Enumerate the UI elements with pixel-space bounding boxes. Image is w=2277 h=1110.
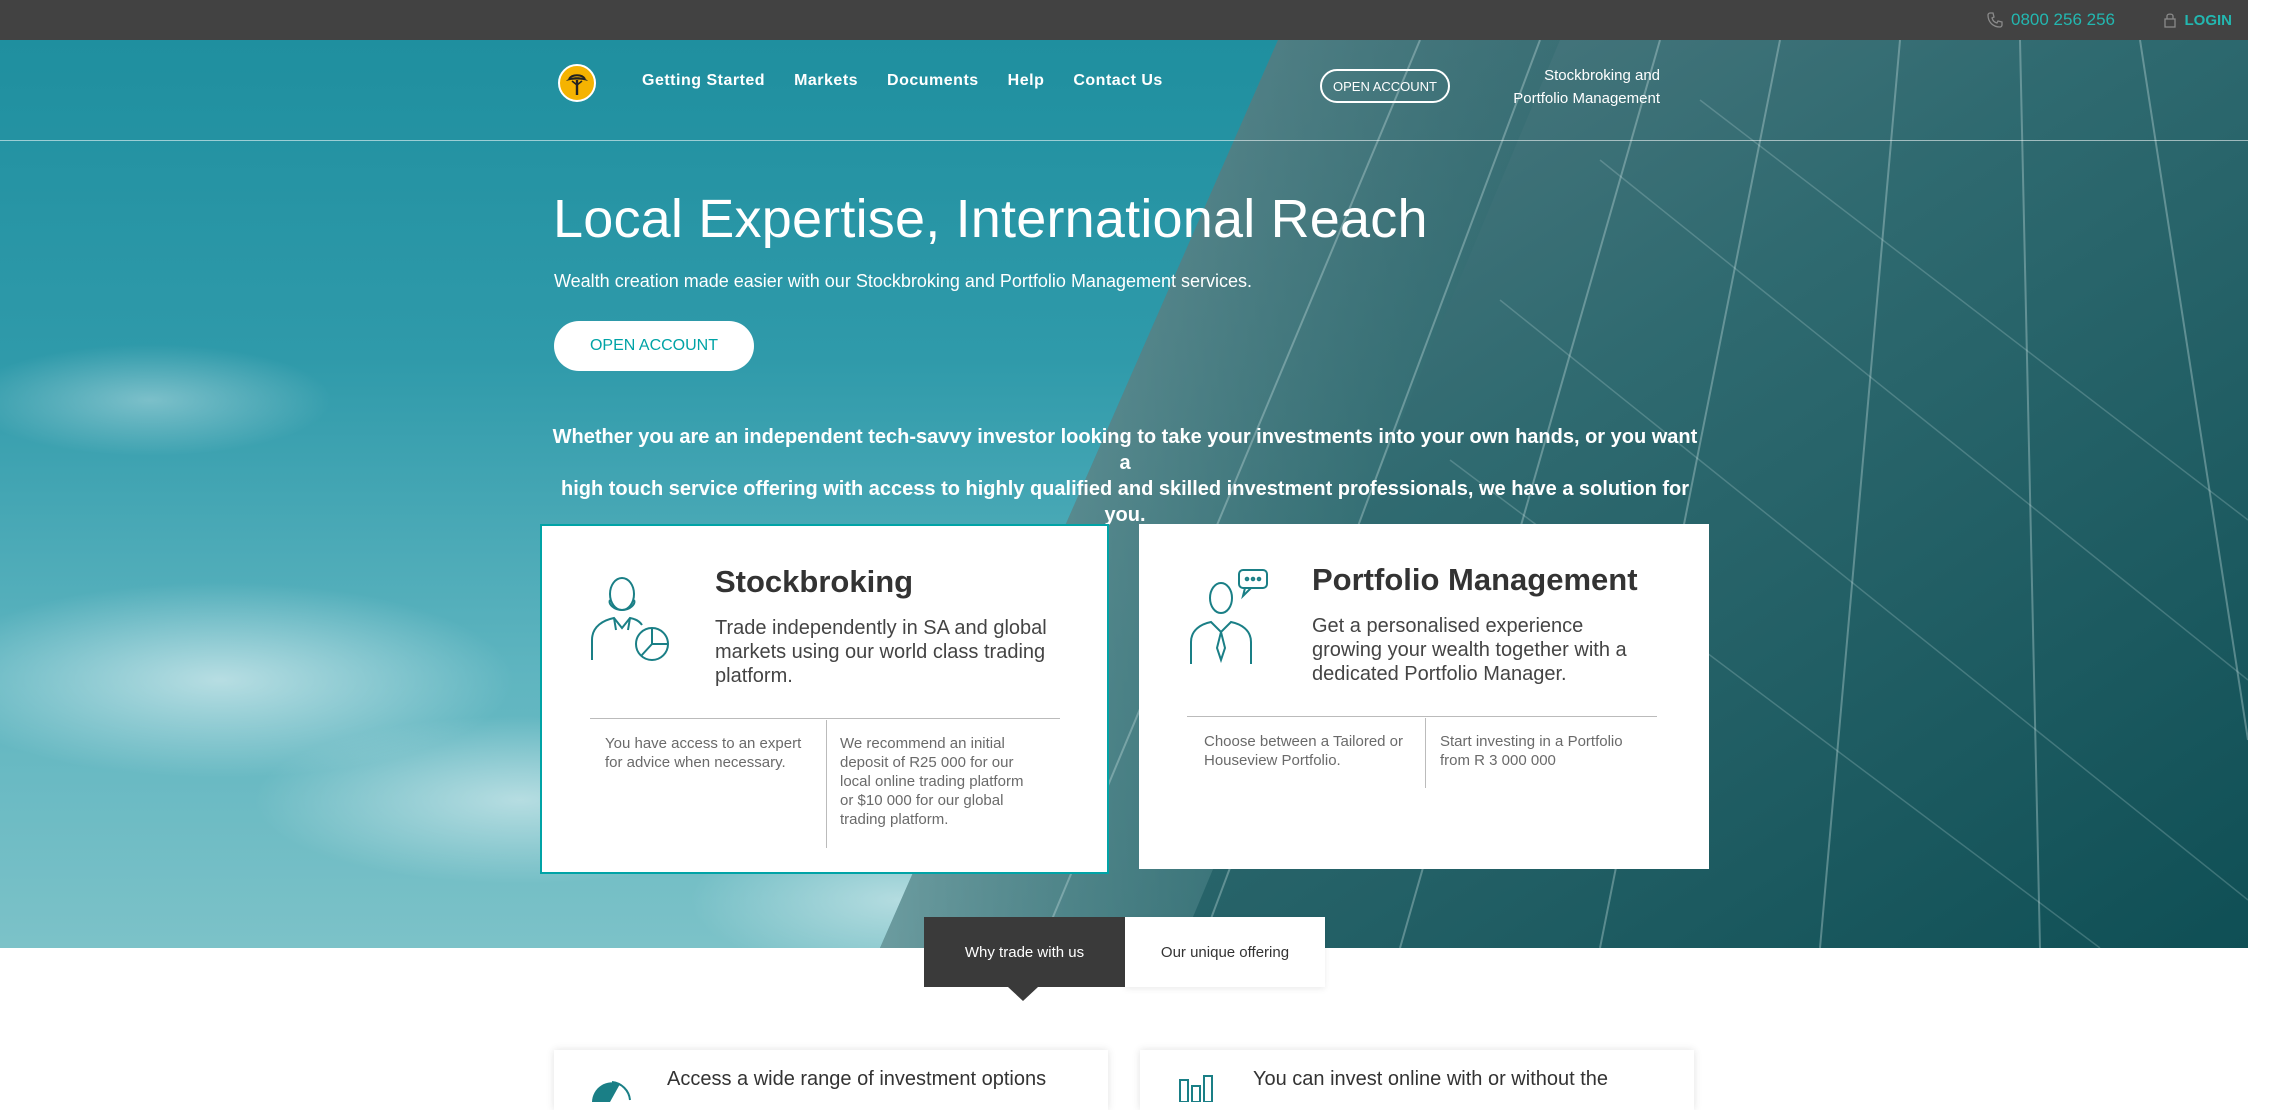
top-utility-bar: 0800 256 256 LOGIN — [0, 0, 2248, 40]
lock-icon — [2163, 13, 2176, 28]
site-tagline: Stockbroking and Portfolio Management — [1480, 64, 1660, 110]
pie-chart-icon — [592, 1081, 631, 1102]
column-divider — [826, 720, 827, 848]
nav-markets[interactable]: Markets — [794, 72, 858, 90]
blurb-line-1: Whether you are an independent tech-savv… — [552, 426, 1698, 474]
nav-getting-started[interactable]: Getting Started — [642, 72, 765, 90]
tagline-line-2: Portfolio Management — [1513, 90, 1660, 107]
bar-chart-icon — [1179, 1075, 1213, 1102]
login-label: LOGIN — [2184, 11, 2233, 29]
stockbroking-column-1: You have access to an expert for advice … — [605, 735, 802, 771]
stockbroking-title: Stockbroking — [715, 564, 914, 599]
nav-documents[interactable]: Documents — [887, 72, 979, 90]
hero-subtitle: Wealth creation made easier with our Sto… — [554, 271, 1253, 291]
nav-help[interactable]: Help — [1008, 72, 1045, 90]
nav-contact-us[interactable]: Contact Us — [1073, 72, 1162, 90]
hero-blurb: Whether you are an independent tech-savv… — [550, 424, 1700, 528]
feature-card-investment-options: Access a wide range of investment option… — [554, 1050, 1108, 1110]
feature-text-investment-options: Access a wide range of investment option… — [667, 1068, 1047, 1090]
portfolio-column-2: Start investing in a Portfolio from R 3 … — [1440, 733, 1623, 769]
card-divider — [1187, 716, 1657, 717]
portfolio-management-card[interactable]: Portfolio Management Get a personalised … — [1139, 524, 1709, 869]
person-pie-chart-icon — [591, 577, 669, 661]
stockbroking-card[interactable]: Stockbroking Trade independently in SA a… — [540, 524, 1109, 874]
tree-icon — [566, 74, 588, 95]
active-tab-pointer — [1008, 987, 1038, 1001]
hero-title: Local Expertise, International Reach — [553, 189, 1428, 249]
feature-text-invest-online: You can invest online with or without th… — [1253, 1068, 1609, 1090]
card-divider — [590, 718, 1060, 719]
feature-card-invest-online: You can invest online with or without th… — [1140, 1050, 1694, 1110]
portfolio-column-1: Choose between a Tailored or Houseview P… — [1204, 733, 1404, 769]
stockbroking-column-2: We recommend an initial deposit of R25 0… — [840, 735, 1024, 828]
hero-open-account-button[interactable]: OPEN ACCOUNT — [554, 321, 754, 371]
tagline-line-1: Stockbroking and — [1544, 67, 1660, 84]
nav-open-account-button[interactable]: OPEN ACCOUNT — [1320, 69, 1450, 103]
phone-link[interactable]: 0800 256 256 — [1987, 0, 2115, 40]
stockbroking-description: Trade independently in SA and global mar… — [715, 617, 1047, 687]
portfolio-description: Get a personalised experience growing yo… — [1312, 615, 1627, 685]
page-scrollbar[interactable] — [2248, 0, 2277, 1090]
tab-why-trade-with-us[interactable]: Why trade with us — [924, 917, 1125, 987]
phone-icon — [1987, 12, 2003, 28]
portfolio-title: Portfolio Management — [1312, 562, 1638, 597]
fnb-tree-logo[interactable] — [558, 64, 596, 102]
login-link[interactable]: LOGIN — [2163, 0, 2233, 40]
nav-divider — [0, 140, 2248, 141]
tab-our-unique-offering[interactable]: Our unique offering — [1125, 917, 1325, 987]
column-divider — [1425, 718, 1426, 788]
hero-section: Getting Started Markets Documents Help C… — [0, 40, 2248, 948]
blurb-line-2: high touch service offering with access … — [560, 478, 1690, 526]
person-speech-bubble-icon — [1190, 569, 1268, 664]
main-nav: Getting Started Markets Documents Help C… — [642, 72, 1163, 90]
phone-number: 0800 256 256 — [2011, 10, 2115, 29]
